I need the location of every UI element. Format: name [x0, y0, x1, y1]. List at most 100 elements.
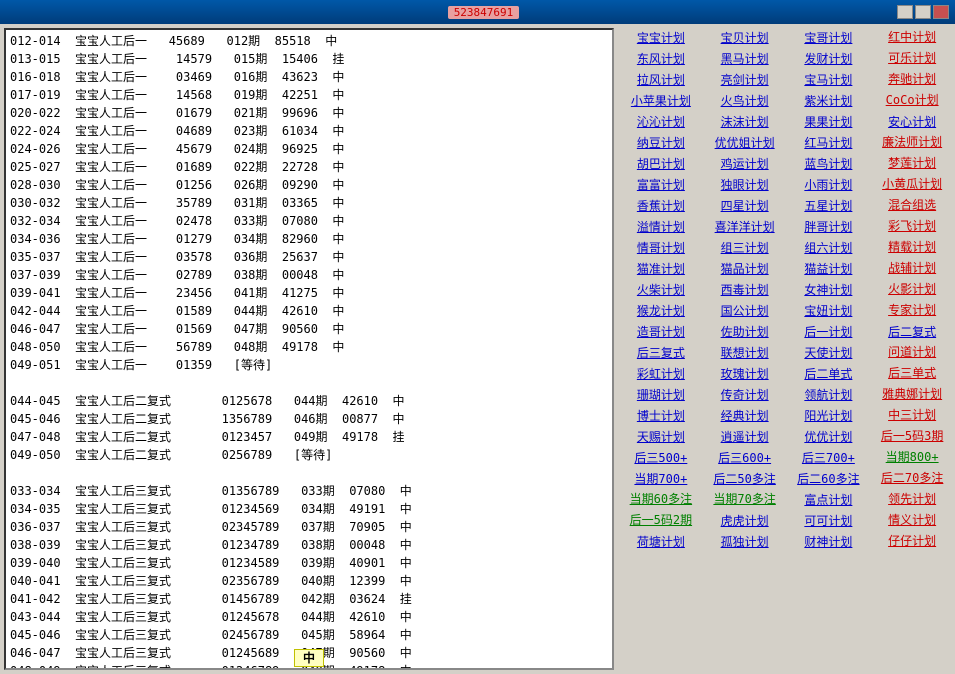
plan-link[interactable]: 沫沫计划	[704, 112, 786, 131]
plan-link[interactable]: 博士计划	[620, 406, 702, 425]
plan-link[interactable]: 珊瑚计划	[620, 385, 702, 404]
plan-link[interactable]: 梦莲计划	[871, 154, 953, 173]
plan-link[interactable]: 小苹果计划	[620, 91, 702, 110]
plan-link[interactable]: 虎虎计划	[704, 511, 786, 530]
plan-link[interactable]: 后二60多注	[788, 469, 870, 488]
plan-link[interactable]: 逍遥计划	[704, 427, 786, 446]
plan-link[interactable]: 专家计划	[871, 301, 953, 320]
plan-link[interactable]: 传奇计划	[704, 385, 786, 404]
plan-link[interactable]: 四星计划	[704, 196, 786, 215]
plan-link[interactable]: 猫品计划	[704, 259, 786, 278]
plan-link[interactable]: 当期700+	[620, 469, 702, 488]
plan-link[interactable]: 奔驰计划	[871, 70, 953, 89]
plan-link[interactable]: 当期800+	[871, 448, 953, 467]
plan-link[interactable]: 孤独计划	[704, 532, 786, 551]
plan-link[interactable]: 国公计划	[704, 301, 786, 320]
plan-link[interactable]: 猴龙计划	[620, 301, 702, 320]
plan-link[interactable]: 后三复式	[620, 343, 702, 362]
plan-link[interactable]: 战辅计划	[871, 259, 953, 278]
plan-link[interactable]: 当期60多注	[620, 490, 702, 509]
plan-link[interactable]: 天赐计划	[620, 427, 702, 446]
plan-link[interactable]: 宝哥计划	[788, 28, 870, 47]
plan-link[interactable]: 纳豆计划	[620, 133, 702, 152]
plan-link[interactable]: 红马计划	[788, 133, 870, 152]
plan-link[interactable]: 组六计划	[788, 238, 870, 257]
plan-link[interactable]: 沁沁计划	[620, 112, 702, 131]
plan-link[interactable]: 财神计划	[788, 532, 870, 551]
plan-link[interactable]: 后一5码3期	[871, 427, 953, 446]
plan-link[interactable]: 发财计划	[788, 49, 870, 68]
plan-link[interactable]: 后二70多注	[871, 469, 953, 488]
plan-link[interactable]: 五星计划	[788, 196, 870, 215]
plan-link[interactable]: 组三计划	[704, 238, 786, 257]
plan-link[interactable]: 天使计划	[788, 343, 870, 362]
plan-link[interactable]: 富点计划	[788, 490, 870, 509]
close-button[interactable]	[933, 5, 949, 19]
plan-link[interactable]: 亮剑计划	[704, 70, 786, 89]
plan-link[interactable]: 香蕉计划	[620, 196, 702, 215]
plan-link[interactable]: 后二单式	[788, 364, 870, 383]
plan-link[interactable]: 鸡运计划	[704, 154, 786, 173]
plan-link[interactable]: 果果计划	[788, 112, 870, 131]
plan-link[interactable]: 优优姐计划	[704, 133, 786, 152]
plan-link[interactable]: 宝马计划	[788, 70, 870, 89]
plan-link[interactable]: 中三计划	[871, 406, 953, 425]
plan-link[interactable]: 佐助计划	[704, 322, 786, 341]
plan-link[interactable]: 喜洋洋计划	[704, 217, 786, 236]
plan-link[interactable]: 小雨计划	[788, 175, 870, 194]
plan-link[interactable]: 情义计划	[871, 511, 953, 530]
plan-link[interactable]: 后一计划	[788, 322, 870, 341]
plan-link[interactable]: 阳光计划	[788, 406, 870, 425]
plan-link[interactable]: 后三600+	[704, 448, 786, 467]
plan-link[interactable]: 胖哥计划	[788, 217, 870, 236]
plan-link[interactable]: 拉风计划	[620, 70, 702, 89]
plan-link[interactable]: 红中计划	[871, 28, 953, 47]
plan-link[interactable]: 后一5码2期	[620, 511, 702, 530]
plan-link[interactable]: 混合组选	[871, 196, 953, 215]
plan-link[interactable]: 安心计划	[871, 112, 953, 131]
plan-link[interactable]: 情哥计划	[620, 238, 702, 257]
plan-link[interactable]: 黑马计划	[704, 49, 786, 68]
plan-link[interactable]: 雅典娜计划	[871, 385, 953, 404]
plan-link[interactable]: 火柴计划	[620, 280, 702, 299]
plan-link[interactable]: 造哥计划	[620, 322, 702, 341]
plan-link[interactable]: 西毒计划	[704, 280, 786, 299]
plan-link[interactable]: 彩虹计划	[620, 364, 702, 383]
maximize-button[interactable]	[915, 5, 931, 19]
plan-link[interactable]: 紫米计划	[788, 91, 870, 110]
plan-link[interactable]: 猫准计划	[620, 259, 702, 278]
plan-link[interactable]: 独眼计划	[704, 175, 786, 194]
plan-link[interactable]: 仔仔计划	[871, 532, 953, 551]
plan-link[interactable]: 可可计划	[788, 511, 870, 530]
plan-link[interactable]: 后三500+	[620, 448, 702, 467]
plan-link[interactable]: 火影计划	[871, 280, 953, 299]
plan-link[interactable]: 富富计划	[620, 175, 702, 194]
plan-link[interactable]: 后三700+	[788, 448, 870, 467]
plan-link[interactable]: 荷塘计划	[620, 532, 702, 551]
plan-link[interactable]: 精载计划	[871, 238, 953, 257]
plan-link[interactable]: 宝贝计划	[704, 28, 786, 47]
plan-link[interactable]: 女神计划	[788, 280, 870, 299]
plan-link[interactable]: 问道计划	[871, 343, 953, 362]
plan-link[interactable]: 经典计划	[704, 406, 786, 425]
plan-link[interactable]: 猫益计划	[788, 259, 870, 278]
plan-link[interactable]: 火鸟计划	[704, 91, 786, 110]
plan-link[interactable]: 廉法师计划	[871, 133, 953, 152]
plan-link[interactable]: 蓝鸟计划	[788, 154, 870, 173]
plan-link[interactable]: 玫瑰计划	[704, 364, 786, 383]
plan-link[interactable]: 胡巴计划	[620, 154, 702, 173]
plan-link[interactable]: 当期70多注	[704, 490, 786, 509]
plan-text-area[interactable]: 012-014 宝宝人工后一 45689 012期 85518 中 013-01…	[6, 30, 612, 668]
plan-link[interactable]: 领先计划	[871, 490, 953, 509]
plan-link[interactable]: 领航计划	[788, 385, 870, 404]
plan-link[interactable]: 宝宝计划	[620, 28, 702, 47]
plan-link[interactable]: 宝妞计划	[788, 301, 870, 320]
plan-link[interactable]: 优优计划	[788, 427, 870, 446]
plan-link[interactable]: 可乐计划	[871, 49, 953, 68]
plan-link[interactable]: 后二复式	[871, 322, 953, 341]
plan-link[interactable]: 溢情计划	[620, 217, 702, 236]
plan-link[interactable]: 联想计划	[704, 343, 786, 362]
plan-link[interactable]: 后二50多注	[704, 469, 786, 488]
plan-link[interactable]: 东风计划	[620, 49, 702, 68]
plan-link[interactable]: CoCo计划	[871, 91, 953, 110]
